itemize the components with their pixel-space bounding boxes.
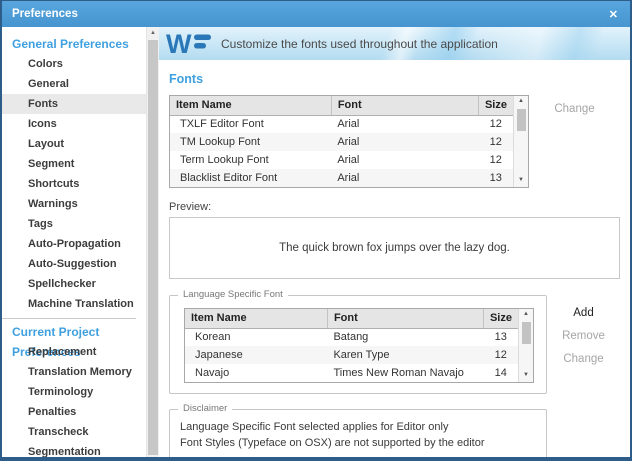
table-cell: 12 (483, 346, 518, 364)
column-header-size[interactable]: Size (478, 96, 513, 115)
remove-button[interactable]: Remove (562, 330, 605, 342)
table-cell: 13 (483, 328, 518, 346)
sidebar-item-spellchecker[interactable]: Spellchecker (2, 274, 146, 294)
table-cell: Korean (185, 328, 327, 346)
scrollbar-down-arrow[interactable]: ▼ (518, 176, 524, 186)
sidebar-item-segmentation[interactable]: Segmentation (2, 442, 146, 457)
disclaimer-line: Language Specific Font selected applies … (180, 419, 536, 435)
table-cell: 12 (478, 133, 513, 151)
column-header-item-name[interactable]: Item Name (170, 96, 331, 115)
table-cell: Arial (331, 133, 478, 151)
table-cell: 12 (478, 115, 513, 133)
column-header-item-name[interactable]: Item Name (185, 309, 327, 328)
table-row[interactable]: Term Lookup FontArial12 (170, 151, 513, 169)
preferences-dialog: Preferences ✕ General Preferences Colors… (0, 0, 632, 461)
sidebar-item-layout[interactable]: Layout (2, 134, 146, 154)
scrollbar-down-arrow[interactable]: ▼ (523, 371, 529, 381)
table-row[interactable]: TM Lookup FontArial12 (170, 133, 513, 151)
title-bar: Preferences ✕ (2, 1, 630, 27)
sidebar-item-icons[interactable]: Icons (2, 114, 146, 134)
sidebar-item-translation-memory[interactable]: Translation Memory (2, 362, 146, 382)
sidebar-item-transcheck[interactable]: Transcheck (2, 422, 146, 442)
table-row[interactable]: KoreanBatang13 (185, 328, 518, 346)
sidebar-item-general[interactable]: General (2, 74, 146, 94)
table-cell: Japanese (185, 346, 327, 364)
preview-label: Preview: (169, 201, 620, 213)
table-cell: Navajo (185, 364, 327, 382)
sidebar-item-auto-suggestion[interactable]: Auto-Suggestion (2, 254, 146, 274)
table-row[interactable]: JapaneseKaren Type12 (185, 346, 518, 364)
sidebar-item-tags[interactable]: Tags (2, 214, 146, 234)
table-row[interactable]: Blacklist Editor FontArial13 (170, 169, 513, 187)
language-specific-font-legend: Language Specific Font (178, 289, 288, 300)
column-header-font[interactable]: Font (327, 309, 483, 328)
sidebar-item-fonts[interactable]: Fonts (2, 94, 146, 114)
banner: W Customize the fonts used throughout th… (159, 27, 630, 60)
sidebar-scrollbar[interactable]: ▲ (146, 27, 159, 457)
table-cell: TM Lookup Font (170, 133, 331, 151)
add-button[interactable]: Add (573, 307, 593, 319)
language-specific-font-table: Item Name Font Size KoreanBatang13Japane… (184, 308, 534, 383)
table-row[interactable]: TXLF Editor FontArial12 (170, 115, 513, 133)
table-cell: Term Lookup Font (170, 151, 331, 169)
sidebar-item-colors[interactable]: Colors (2, 54, 146, 74)
scrollbar-thumb[interactable] (148, 40, 158, 455)
table-cell: Karen Type (327, 346, 483, 364)
banner-subtitle: Customize the fonts used throughout the … (221, 37, 498, 51)
table-cell: Arial (331, 151, 478, 169)
table-cell: Times New Roman Navajo (327, 364, 483, 382)
preview-sample-text: The quick brown fox jumps over the lazy … (279, 242, 510, 254)
column-header-font[interactable]: Font (331, 96, 478, 115)
fonts-section-heading: Fonts (169, 72, 620, 86)
table-cell: Blacklist Editor Font (170, 169, 331, 187)
sidebar-item-shortcuts[interactable]: Shortcuts (2, 174, 146, 194)
language-change-button[interactable]: Change (563, 353, 603, 365)
sidebar-divider (2, 318, 136, 319)
table-row[interactable]: NavajoTimes New Roman Navajo14 (185, 364, 518, 382)
table-cell: TXLF Editor Font (170, 115, 331, 133)
sidebar: General Preferences Colors General Fonts… (2, 27, 146, 457)
table-cell: 14 (483, 364, 518, 382)
scrollbar-thumb[interactable] (522, 322, 531, 344)
sidebar-heading-current-project-preferences: Current Project Preferences (2, 322, 146, 342)
sidebar-item-segment[interactable]: Segment (2, 154, 146, 174)
fonts-table-scrollbar[interactable]: ▲ ▼ (513, 96, 528, 187)
table-cell: 12 (478, 151, 513, 169)
scrollbar-thumb[interactable] (517, 109, 526, 131)
fonts-change-button[interactable]: Change (554, 103, 594, 115)
sidebar-item-warnings[interactable]: Warnings (2, 194, 146, 214)
fonts-table: Item Name Font Size TXLF Editor FontAria… (169, 95, 529, 188)
language-specific-font-group: Language Specific Font Item Name Font Si… (169, 295, 547, 394)
svg-text:W: W (166, 30, 192, 57)
sidebar-item-machine-translation[interactable]: Machine Translation (2, 294, 146, 314)
disclaimer-line: Font Styles (Typeface on OSX) are not su… (180, 435, 536, 451)
table-cell: Batang (327, 328, 483, 346)
disclaimer-group: Disclaimer Language Specific Font select… (169, 409, 547, 457)
window-title: Preferences (12, 8, 78, 20)
table-cell: Arial (331, 115, 478, 133)
table-cell: 13 (478, 169, 513, 187)
scrollbar-up-arrow[interactable]: ▲ (518, 97, 524, 107)
sidebar-item-terminology[interactable]: Terminology (2, 382, 146, 402)
scrollbar-up-arrow[interactable]: ▲ (147, 27, 159, 39)
scrollbar-up-arrow[interactable]: ▲ (523, 310, 529, 320)
column-header-size[interactable]: Size (483, 309, 518, 328)
sidebar-item-penalties[interactable]: Penalties (2, 402, 146, 422)
sidebar-item-auto-propagation[interactable]: Auto-Propagation (2, 234, 146, 254)
language-table-scrollbar[interactable]: ▲ ▼ (518, 309, 533, 382)
table-cell: Arial (331, 169, 478, 187)
disclaimer-legend: Disclaimer (178, 403, 232, 414)
preview-box: The quick brown fox jumps over the lazy … (169, 217, 620, 279)
sidebar-heading-general-preferences: General Preferences (2, 34, 146, 54)
close-icon[interactable]: ✕ (609, 8, 618, 21)
wordfast-logo-icon: W (166, 30, 212, 57)
